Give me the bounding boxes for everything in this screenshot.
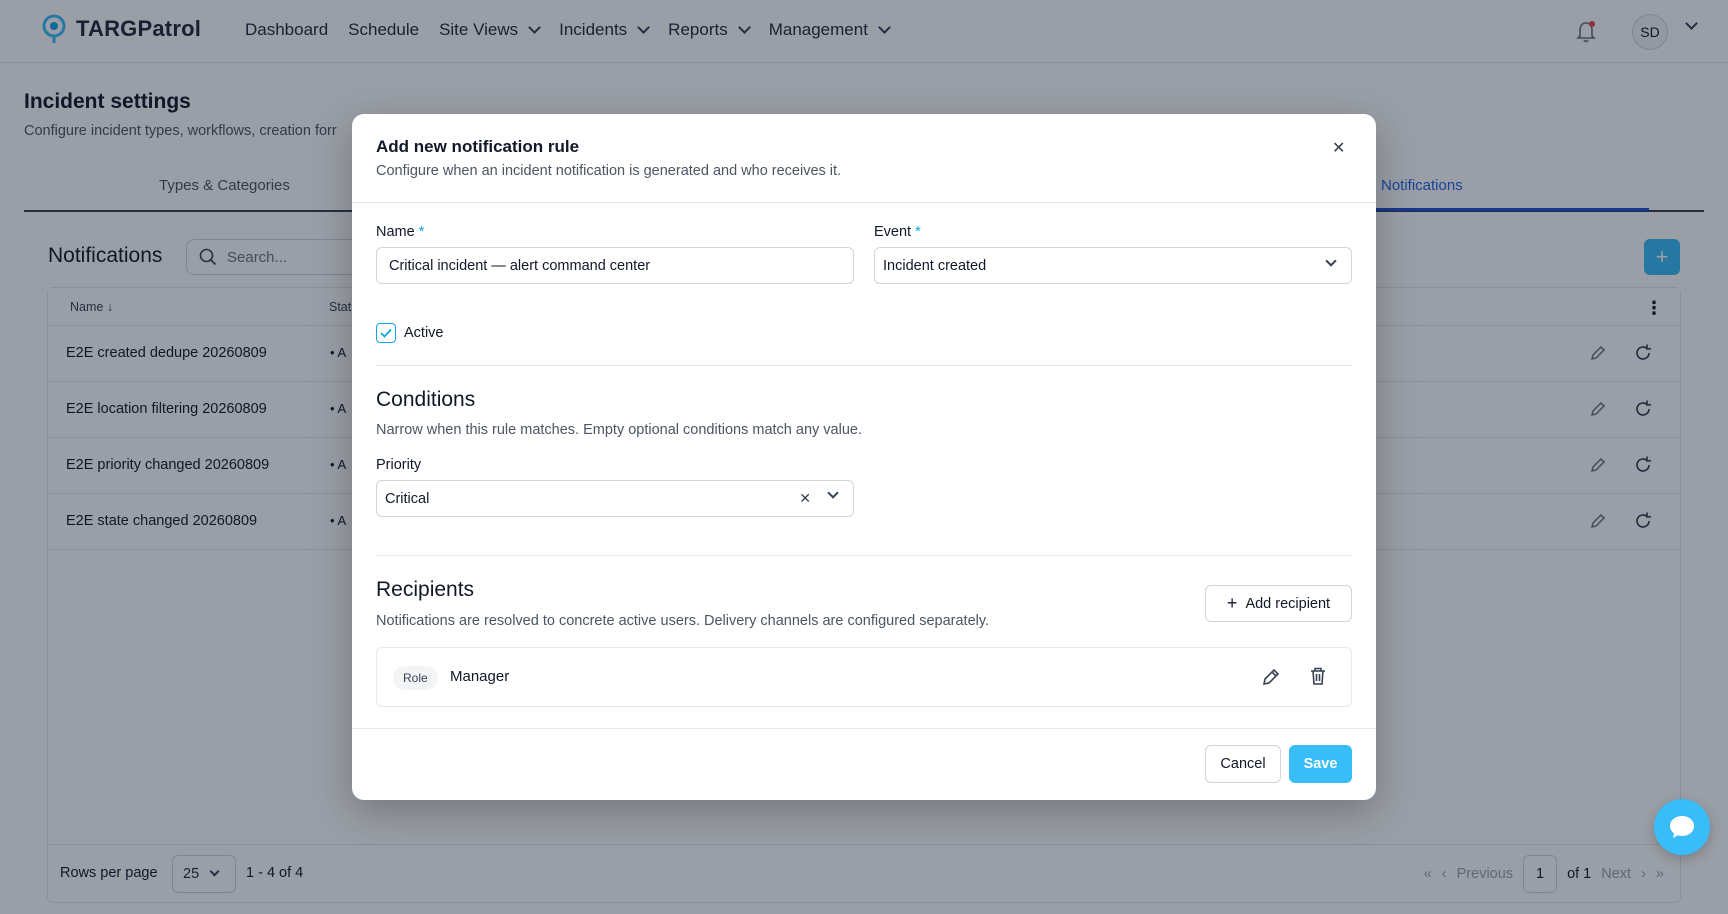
- label-text: Event: [874, 224, 912, 240]
- name-label: Name *: [376, 224, 424, 240]
- recipient-type-badge: Role: [393, 666, 438, 690]
- cancel-button[interactable]: Cancel: [1205, 745, 1281, 783]
- trash-icon[interactable]: [1307, 665, 1329, 687]
- dialog-subtitle: Configure when an incident notification …: [376, 163, 842, 179]
- name-value: Critical incident — alert command center: [389, 257, 651, 274]
- active-label: Active: [404, 325, 444, 341]
- event-select[interactable]: Incident created: [874, 247, 1352, 284]
- priority-value: Critical: [385, 490, 430, 507]
- pencil-icon[interactable]: [1260, 666, 1282, 688]
- plus-icon: +: [1226, 593, 1238, 613]
- close-icon[interactable]: ✕: [1332, 138, 1345, 158]
- recipient-name: Manager: [450, 668, 510, 685]
- divider: [352, 202, 1376, 203]
- recipient-item: Role Manager: [376, 647, 1352, 707]
- event-value: Incident created: [883, 257, 987, 274]
- priority-select[interactable]: Critical ✕: [376, 480, 854, 517]
- active-checkbox[interactable]: [376, 323, 396, 343]
- divider: [376, 365, 1352, 366]
- divider: [376, 555, 1352, 556]
- name-field[interactable]: Critical incident — alert command center: [376, 247, 854, 284]
- chevron-down-icon: [827, 487, 839, 499]
- chat-icon: [1670, 816, 1694, 838]
- priority-label: Priority: [376, 457, 422, 473]
- clear-icon[interactable]: ✕: [799, 490, 811, 507]
- chevron-down-icon: [1325, 255, 1337, 267]
- add-recipient-button[interactable]: + Add recipient: [1205, 585, 1352, 622]
- label-text: Name: [376, 224, 415, 240]
- dialog-title: Add new notification rule: [376, 137, 580, 156]
- recipients-title: Recipients: [376, 578, 475, 601]
- required-mark: *: [418, 224, 425, 240]
- button-label: Add recipient: [1245, 595, 1331, 612]
- notification-rule-dialog: Add new notification rule Configure when…: [352, 114, 1376, 800]
- save-button[interactable]: Save: [1289, 745, 1352, 783]
- required-mark: *: [915, 224, 921, 240]
- conditions-title: Conditions: [376, 388, 476, 411]
- recipients-subtitle: Notifications are resolved to concrete a…: [376, 613, 990, 629]
- chat-button[interactable]: [1654, 799, 1710, 855]
- conditions-subtitle: Narrow when this rule matches. Empty opt…: [376, 422, 862, 438]
- event-label: Event *: [874, 224, 921, 240]
- check-icon: [380, 328, 392, 338]
- divider: [352, 728, 1376, 729]
